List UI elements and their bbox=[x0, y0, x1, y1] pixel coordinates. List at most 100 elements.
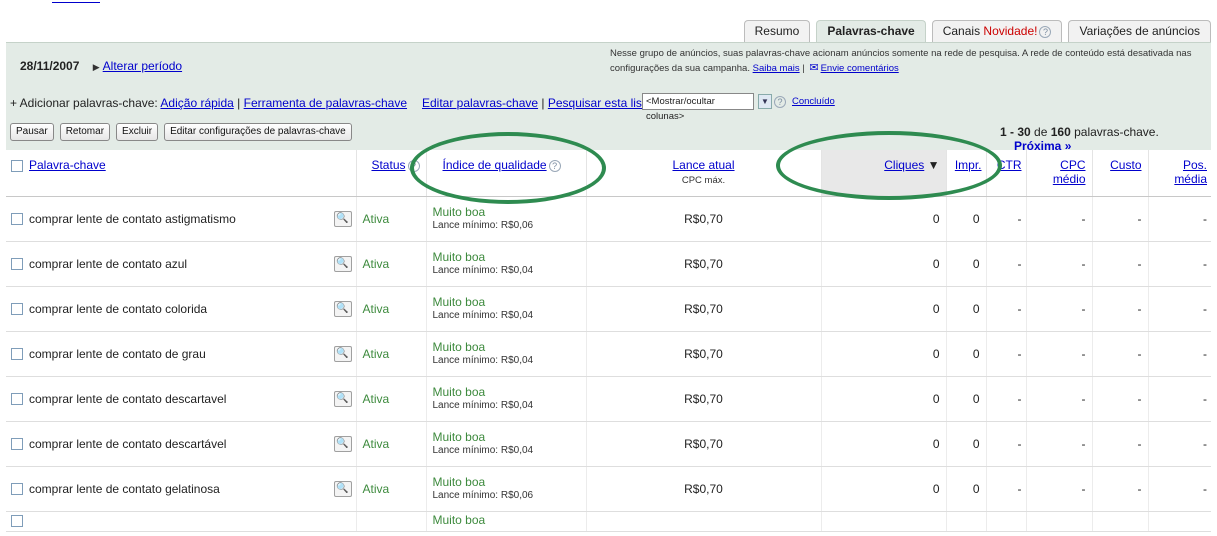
tab-palavras-chave[interactable]: Palavras-chave bbox=[816, 20, 926, 42]
impr-cell: 0 bbox=[946, 421, 987, 467]
add-keywords-label: + Adicionar palavras-chave: bbox=[10, 96, 158, 110]
keyword-text: comprar lente de contato de grau bbox=[29, 346, 206, 361]
search-icon[interactable]: 🔍 bbox=[333, 210, 352, 227]
cpc-cell: - bbox=[1026, 466, 1093, 512]
network-notice: Nesse grupo de anúncios, suas palavras-c… bbox=[610, 48, 1192, 74]
search-icon[interactable]: 🔍 bbox=[333, 390, 352, 407]
clicks-cell: 0 bbox=[821, 241, 947, 287]
keyword-text: comprar lente de contato astigmatismo bbox=[29, 211, 236, 226]
tab-resumo[interactable]: Resumo bbox=[743, 20, 811, 42]
notice-text: Nesse grupo de anúncios, suas palavras-c… bbox=[610, 48, 1192, 74]
quick-add-link[interactable]: Adição rápida bbox=[160, 96, 233, 110]
position-cell: - bbox=[1148, 466, 1211, 512]
delete-button[interactable]: Excluir bbox=[116, 123, 159, 141]
bid-cell[interactable]: R$0,70 bbox=[586, 421, 822, 467]
clicks-cell: 0 bbox=[821, 376, 947, 422]
cost-cell: - bbox=[1092, 196, 1149, 242]
done-link[interactable]: Concluído bbox=[792, 96, 835, 107]
quality-score: Muito boa bbox=[432, 204, 486, 219]
select-all-checkbox[interactable] bbox=[11, 159, 23, 172]
help-icon[interactable]: ? bbox=[548, 159, 561, 172]
sort-bid-link[interactable]: Lance atual bbox=[672, 158, 734, 172]
keyword-text: comprar lente de contato azul bbox=[29, 256, 188, 271]
bid-cell[interactable]: R$0,70 bbox=[586, 331, 822, 377]
resume-button[interactable]: Retomar bbox=[59, 123, 111, 141]
help-icon[interactable]: ? bbox=[774, 95, 786, 108]
learn-more-link[interactable]: Saiba mais bbox=[753, 63, 800, 74]
sort-keyword-link[interactable]: Palavra-chave bbox=[29, 158, 106, 172]
edit-settings-button[interactable]: Editar configurações de palavras-chave bbox=[164, 123, 352, 141]
date-row: 28/11/2007 ▶ Alterar período bbox=[20, 59, 182, 73]
row-checkbox[interactable] bbox=[11, 393, 23, 406]
chevron-down-icon[interactable]: ▼ bbox=[758, 94, 772, 109]
cost-cell: - bbox=[1092, 466, 1149, 512]
keyword-tool-link[interactable]: Ferramenta de palavras-chave bbox=[244, 96, 407, 110]
position-cell: - bbox=[1148, 331, 1211, 377]
impr-cell: 0 bbox=[946, 331, 987, 377]
sort-ctr-link[interactable]: CTR bbox=[997, 158, 1022, 172]
bid-cell[interactable]: R$0,70 bbox=[586, 286, 822, 332]
status-cell: Ativa bbox=[356, 286, 427, 332]
row-checkbox[interactable] bbox=[11, 213, 23, 226]
search-icon[interactable]: 🔍 bbox=[333, 435, 352, 452]
change-period-link[interactable]: Alterar período bbox=[103, 59, 182, 73]
sort-position-link[interactable]: Pos. média bbox=[1174, 158, 1207, 186]
ctr-cell: - bbox=[986, 241, 1027, 287]
keyword-text: comprar lente de contato colorida bbox=[29, 301, 208, 316]
search-icon[interactable]: 🔍 bbox=[333, 480, 352, 497]
header-status: Status? bbox=[356, 150, 427, 197]
keyword-text: comprar lente de contato descartavel bbox=[29, 391, 227, 406]
tab-variacoes[interactable]: Variações de anúncios bbox=[1068, 20, 1211, 42]
columns-select[interactable]: <Mostrar/ocultar colunas> bbox=[642, 93, 754, 122]
tab-canais[interactable]: Canais Novidade!? bbox=[931, 20, 1063, 42]
header-clicks: Cliques ▼ bbox=[821, 150, 947, 197]
table-row: comprar lente de contato descartável 🔍 Ati… bbox=[6, 421, 1211, 467]
sort-status-link[interactable]: Status bbox=[371, 158, 405, 172]
keyword-cell: comprar lente de contato gelatinosa 🔍 bbox=[6, 466, 357, 512]
ctr-cell: - bbox=[986, 421, 1027, 467]
keyword-cell: comprar lente de contato colorida 🔍 bbox=[6, 286, 357, 332]
search-list-link[interactable]: Pesquisar esta lista bbox=[548, 96, 652, 110]
table-row: comprar lente de contato gelatinosa 🔍 Ativ… bbox=[6, 466, 1211, 512]
cpc-cell: - bbox=[1026, 421, 1093, 467]
edit-keywords-link[interactable]: Editar palavras-chave bbox=[422, 96, 538, 110]
row-checkbox[interactable] bbox=[11, 348, 23, 361]
position-cell: - bbox=[1148, 376, 1211, 422]
sort-clicks-link[interactable]: Cliques bbox=[884, 158, 924, 172]
row-checkbox[interactable] bbox=[11, 515, 23, 528]
row-checkbox[interactable] bbox=[11, 303, 23, 316]
cost-cell: - bbox=[1092, 286, 1149, 332]
position-cell: - bbox=[1148, 421, 1211, 467]
bid-cell[interactable]: R$0,70 bbox=[586, 196, 822, 242]
clicks-cell: 0 bbox=[821, 421, 947, 467]
sort-quality-link[interactable]: Índice de qualidade bbox=[443, 158, 547, 172]
bid-cell[interactable]: R$0,70 bbox=[586, 376, 822, 422]
top-link-fragment[interactable] bbox=[52, 0, 100, 4]
sort-cpc-link[interactable]: CPC médio bbox=[1053, 158, 1086, 186]
bid-cell[interactable]: R$0,70 bbox=[586, 466, 822, 512]
header-position: Pos. média bbox=[1148, 150, 1211, 197]
new-badge: Novidade! bbox=[983, 24, 1038, 38]
cpc-cell: - bbox=[1026, 241, 1093, 287]
impr-cell: 0 bbox=[946, 286, 987, 332]
search-icon[interactable]: 🔍 bbox=[333, 255, 352, 272]
search-icon[interactable]: 🔍 bbox=[333, 345, 352, 362]
search-icon[interactable]: 🔍 bbox=[333, 300, 352, 317]
help-icon[interactable]: ? bbox=[1039, 25, 1052, 38]
status-cell: Ativa bbox=[356, 196, 427, 242]
row-checkbox[interactable] bbox=[11, 258, 23, 271]
quality-score: Muito boa bbox=[432, 429, 486, 444]
quality-score: Muito boa bbox=[432, 294, 486, 309]
bid-cell[interactable]: R$0,70 bbox=[586, 241, 822, 287]
pause-button[interactable]: Pausar bbox=[10, 123, 54, 141]
row-checkbox[interactable] bbox=[11, 483, 23, 496]
header-cpc: CPC médio bbox=[1026, 150, 1093, 197]
ctr-cell: - bbox=[986, 196, 1027, 242]
help-icon[interactable]: ? bbox=[407, 159, 420, 172]
sort-cost-link[interactable]: Custo bbox=[1110, 158, 1141, 172]
min-bid: Lance mínimo: R$0,04 bbox=[432, 354, 534, 366]
sort-impr-link[interactable]: Impr. bbox=[955, 158, 982, 172]
feedback-link[interactable]: Envie comentários bbox=[821, 63, 899, 74]
quality-score: Muito boa bbox=[432, 512, 486, 527]
row-checkbox[interactable] bbox=[11, 438, 23, 451]
